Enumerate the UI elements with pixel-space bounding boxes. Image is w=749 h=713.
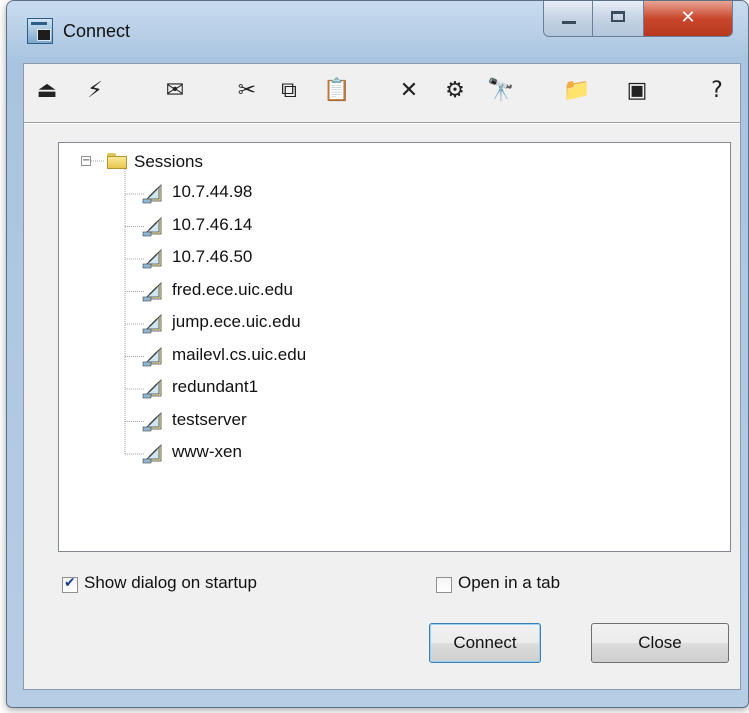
minimize-button[interactable] xyxy=(543,1,593,37)
session-label: fred.ece.uic.edu xyxy=(172,279,293,299)
toolbar: ⏏ ⚡ ✉ ✂ ⧉ 📋 ✕ ⚙ 🔭 📁 ▣? xyxy=(24,64,740,118)
delete-icon: ✕ xyxy=(399,78,419,103)
session-icon xyxy=(142,346,162,366)
delete-button[interactable]: ✕ xyxy=(394,76,424,106)
connect-button[interactable]: ⏏ xyxy=(32,76,62,106)
open-in-tab-checkbox[interactable] xyxy=(436,577,452,593)
session-icon xyxy=(142,411,162,431)
session-label: jump.ece.uic.edu xyxy=(172,312,301,331)
paste-button[interactable]: 📋 xyxy=(322,76,352,106)
session-icon xyxy=(142,248,162,269)
folder-icon xyxy=(107,153,127,169)
terminal-button[interactable]: ▣ xyxy=(622,76,652,106)
session-icon xyxy=(142,443,162,464)
maximize-button[interactable] xyxy=(592,1,644,37)
properties-icon: ⚙ xyxy=(445,78,465,103)
cut-button[interactable]: ✂ xyxy=(232,76,262,106)
session-label: www-xen xyxy=(172,442,242,461)
session-label: 10.7.44.98 xyxy=(172,182,253,201)
new-folder-icon: 📁 xyxy=(563,78,591,103)
connect-icon: ⏏ xyxy=(36,78,58,103)
session-tree[interactable]: − Sessions 10.7.44.98 10.7.46.14 10.7.46.5… xyxy=(58,142,731,552)
session-label: 10.7.46.50 xyxy=(172,247,253,266)
session-label: 10.7.46.14 xyxy=(172,214,253,234)
session-label: mailevl.cs.uic.edu xyxy=(172,344,307,364)
quick-connect-button[interactable]: ⚡ xyxy=(80,76,110,106)
connect-window-icon xyxy=(27,18,53,44)
session-label: redundant1 xyxy=(172,377,259,396)
connect-button[interactable]: Connect xyxy=(429,623,541,663)
session-icon xyxy=(142,183,162,204)
toolbar-separator xyxy=(24,122,740,124)
title-bar[interactable]: Connect ✕ xyxy=(7,1,748,63)
session-icon xyxy=(142,216,162,236)
help-button[interactable]: ? xyxy=(702,76,732,106)
new-folder-button[interactable]: 📁 xyxy=(562,76,592,106)
close-window-button[interactable]: ✕ xyxy=(643,1,733,37)
show-dialog-on-startup-checkbox[interactable] xyxy=(62,575,78,593)
find-icon: 🔭 xyxy=(487,78,515,103)
collapse-toggle-icon[interactable]: − xyxy=(81,156,91,166)
copy-button[interactable]: ⧉ xyxy=(274,76,304,106)
cut-icon: ✂ xyxy=(237,78,257,103)
dialog-client-area: ⏏ ⚡ ✉ ✂ ⧉ 📋 ✕ ⚙ 🔭 📁 ▣? − Sessions 10.7.44.98 10.7.4… xyxy=(23,63,741,690)
close-button[interactable]: Close xyxy=(591,623,729,663)
session-icon xyxy=(142,313,162,334)
dialog-window: Connect ✕ ⏏ ⚡ ✉ ✂ ⧉ 📋 ✕ ⚙ 🔭 📁 ▣? − Sessions 10.7.4… xyxy=(6,0,749,708)
properties-button[interactable]: ⚙ xyxy=(440,76,470,106)
find-button[interactable]: 🔭 xyxy=(486,76,516,106)
new-session-icon: ✉ xyxy=(165,78,185,103)
close-icon: ✕ xyxy=(680,7,696,28)
maximize-icon xyxy=(611,11,625,22)
show-dialog-on-startup-label[interactable]: Show dialog on startup xyxy=(84,573,257,593)
quick-connect-icon: ⚡ xyxy=(87,78,103,103)
tree-root-label: Sessions xyxy=(134,152,203,171)
new-session-button[interactable]: ✉ xyxy=(160,76,190,106)
open-in-tab-label[interactable]: Open in a tab xyxy=(458,573,560,593)
paste-icon: 📋 xyxy=(323,78,351,103)
session-icon xyxy=(142,378,162,399)
minimize-icon xyxy=(562,21,576,24)
window-title: Connect xyxy=(63,21,131,41)
help-icon: ? xyxy=(711,78,723,103)
session-icon xyxy=(142,281,162,301)
session-label: testserver xyxy=(172,409,247,429)
terminal-icon: ▣ xyxy=(626,78,648,103)
copy-icon: ⧉ xyxy=(281,78,297,103)
